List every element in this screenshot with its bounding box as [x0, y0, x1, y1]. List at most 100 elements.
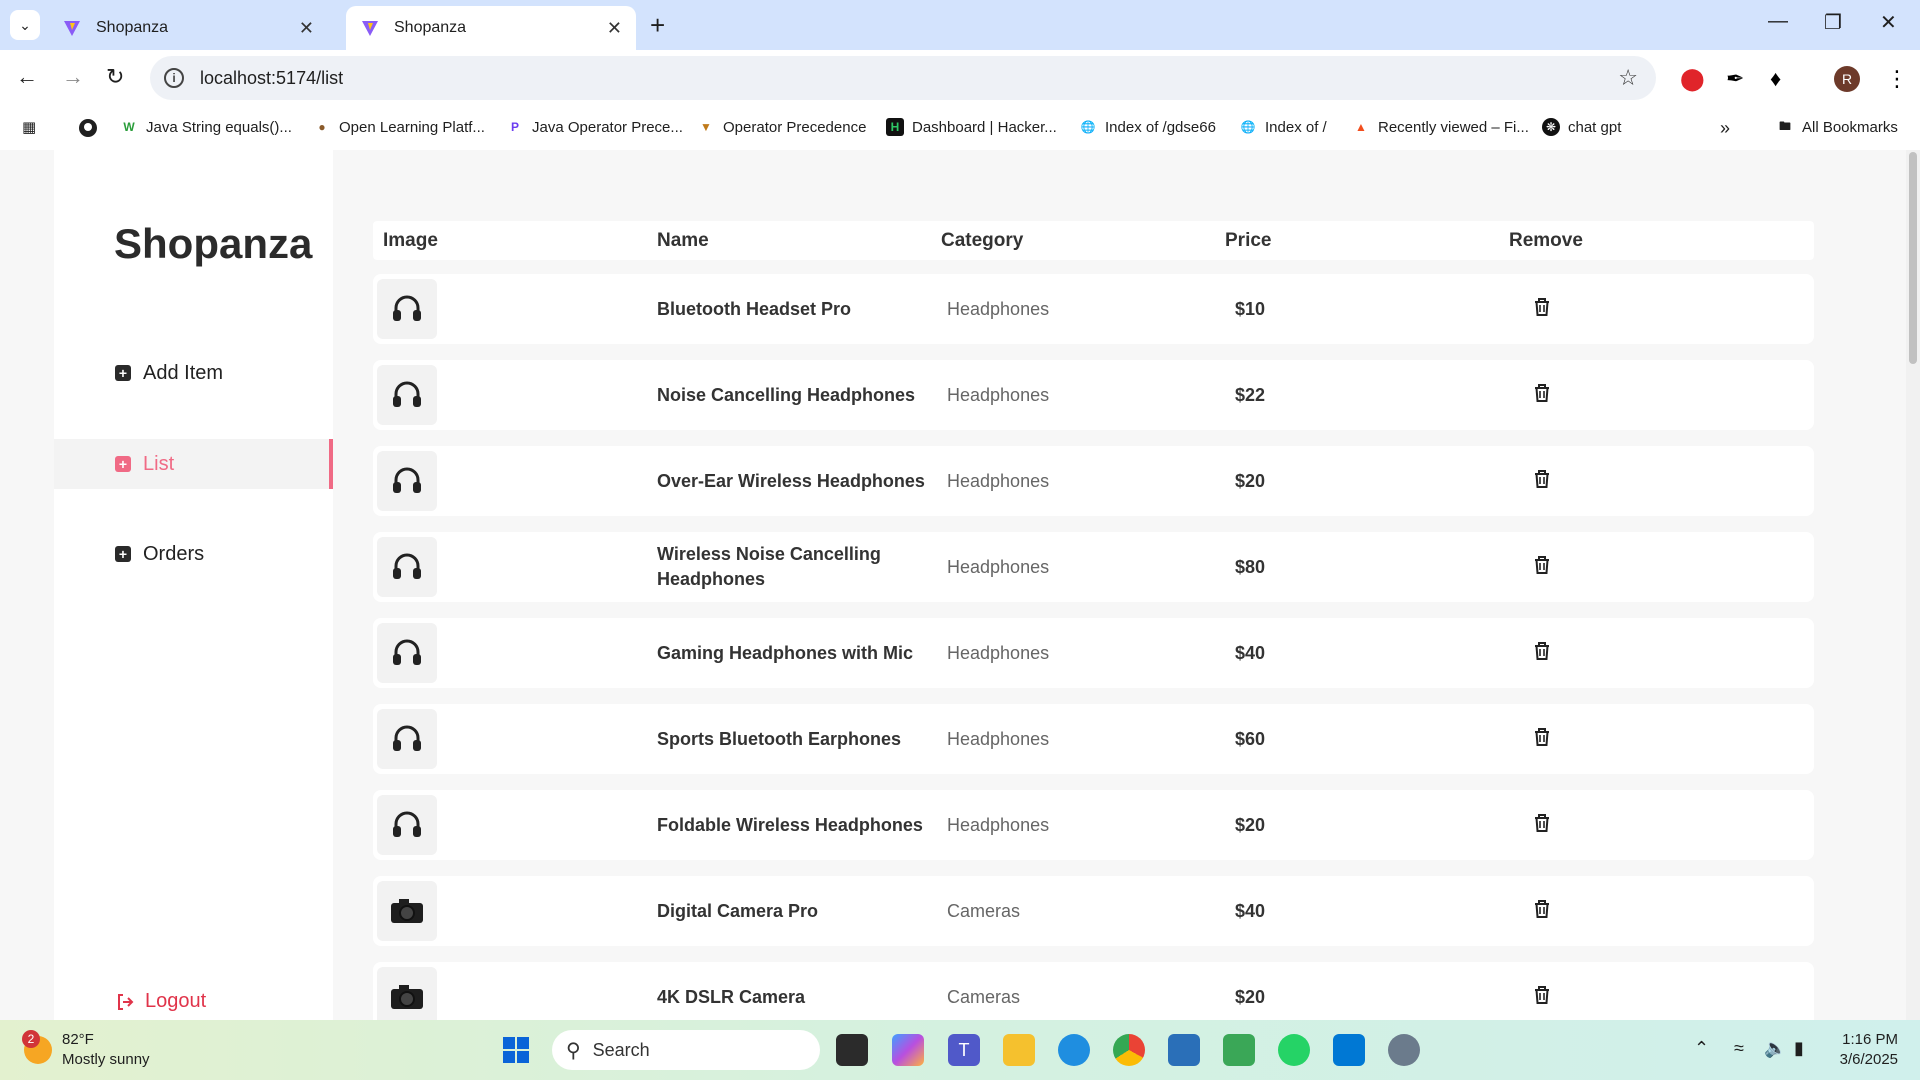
bookmark-star-icon[interactable]: ☆: [1618, 65, 1638, 91]
apps-grid-icon[interactable]: ▦: [22, 118, 36, 136]
close-icon[interactable]: ✕: [607, 18, 622, 39]
vite-logo-icon: [362, 21, 378, 36]
window-close-icon[interactable]: ✕: [1880, 10, 1897, 35]
taskbar-search[interactable]: ⚲ Search: [552, 1030, 820, 1070]
back-arrow-icon[interactable]: ←: [16, 64, 38, 90]
whatsapp-icon[interactable]: [1278, 1034, 1310, 1066]
chevron-up-icon[interactable]: ⌃: [1694, 1038, 1709, 1059]
table-row: Noise Cancelling Headphones Headphones $22: [373, 360, 1814, 430]
system-clock[interactable]: 1:16 PM 3/6/2025: [1830, 1030, 1898, 1070]
github-icon[interactable]: [78, 118, 98, 138]
reload-icon[interactable]: ↻: [106, 64, 124, 90]
file-explorer-icon[interactable]: [1003, 1034, 1035, 1066]
product-price: $60: [1235, 728, 1266, 749]
sidebar-item-label: Add Item: [143, 361, 224, 384]
wifi-icon[interactable]: ≈: [1734, 1038, 1744, 1059]
bookmark-item[interactable]: ▼ Operator Precedence: [697, 118, 866, 136]
trash-icon[interactable]: [1533, 641, 1551, 666]
scrollbar-thumb[interactable]: [1909, 152, 1917, 364]
product-name: Wireless Noise Cancelling Headphones: [657, 544, 881, 589]
chrome-icon[interactable]: [1113, 1034, 1145, 1066]
bookmark-item[interactable]: 🌐 Index of /gdse66: [1079, 118, 1216, 136]
table-row: Foldable Wireless Headphones Headphones $2…: [373, 790, 1814, 860]
table-row: Digital Camera Pro Cameras $40: [373, 876, 1814, 946]
sidebar-item-label: Orders: [143, 542, 205, 565]
trash-icon[interactable]: [1533, 813, 1551, 838]
site-info-icon[interactable]: i: [164, 68, 184, 88]
task-view-icon[interactable]: [836, 1034, 868, 1066]
product-image-cell: [373, 451, 661, 511]
header-name: Name: [657, 229, 709, 251]
vscode-icon[interactable]: [1333, 1034, 1365, 1066]
headphones-icon: [377, 365, 437, 425]
product-image-cell: [373, 279, 661, 339]
plus-square-icon: +: [115, 456, 131, 472]
trash-icon[interactable]: [1533, 555, 1551, 580]
trash-icon[interactable]: [1533, 297, 1551, 322]
close-icon[interactable]: ✕: [299, 18, 314, 39]
product-price: $20: [1235, 470, 1266, 491]
eyedropper-extension-icon[interactable]: ✒: [1726, 66, 1744, 92]
bookmark-item[interactable]: W Java String equals()...: [120, 118, 292, 136]
address-bar[interactable]: i localhost:5174/list ☆: [150, 56, 1656, 100]
kebab-menu-icon[interactable]: ⋮: [1886, 66, 1908, 92]
photos-icon[interactable]: [1168, 1034, 1200, 1066]
bookmark-label: chat gpt: [1568, 118, 1622, 136]
browser-tab[interactable]: Shopanza ✕: [48, 6, 328, 50]
notification-badge: 2: [22, 1030, 40, 1048]
page-viewport: Shopanza + Add Item + List + Orders Logo…: [0, 150, 1920, 1020]
battery-icon[interactable]: ▮: [1794, 1038, 1804, 1059]
header-price: Price: [1225, 229, 1272, 251]
sidebar: Shopanza + Add Item + List + Orders Logo…: [54, 150, 333, 1020]
bookmark-item[interactable]: ▲ Recently viewed – Fi...: [1352, 118, 1529, 136]
minimize-icon[interactable]: —: [1768, 10, 1788, 33]
product-category: Headphones: [947, 642, 1050, 663]
product-name: Bluetooth Headset Pro: [657, 298, 852, 319]
globe-icon: 🌐: [1240, 120, 1256, 134]
weather-widget[interactable]: 2 82°F Mostly sunny: [22, 1030, 150, 1070]
extensions-puzzle-icon[interactable]: ♦: [1770, 66, 1781, 92]
product-image-cell: [373, 881, 661, 941]
sidebar-item-orders[interactable]: + Orders: [54, 529, 333, 579]
all-bookmarks-label: All Bookmarks: [1802, 118, 1898, 136]
windows-start-icon[interactable]: [500, 1034, 532, 1066]
tab-title: Shopanza: [394, 19, 467, 36]
browser-tab-bar: ⌄ Shopanza ✕ Shopanza ✕ + — ❐ ✕: [0, 0, 1920, 50]
sidebar-item-list[interactable]: + List: [54, 439, 333, 489]
table-row: Wireless Noise Cancelling Headphones Head…: [373, 532, 1814, 602]
opera-extension-icon[interactable]: ⬤: [1680, 66, 1705, 92]
bookmark-item[interactable]: P Java Operator Prece...: [506, 118, 683, 136]
bookmark-item[interactable]: 🌐 Index of /: [1239, 118, 1327, 136]
browser-tab-active[interactable]: Shopanza ✕: [346, 6, 636, 50]
sidebar-item-add-item[interactable]: + Add Item: [54, 348, 333, 398]
more-bookmarks-icon[interactable]: »: [1720, 118, 1730, 139]
trash-icon[interactable]: [1533, 383, 1551, 408]
restore-icon[interactable]: ❐: [1824, 10, 1842, 35]
bookmark-item[interactable]: H Dashboard | Hacker...: [886, 118, 1057, 136]
p-icon: P: [510, 120, 519, 134]
trash-icon[interactable]: [1533, 727, 1551, 752]
settings-gear-icon[interactable]: [1388, 1034, 1420, 1066]
camera-icon: [377, 967, 437, 1020]
folder-icon: 🖿: [1778, 118, 1791, 133]
logout-button[interactable]: Logout: [115, 990, 206, 1013]
new-tab-icon[interactable]: +: [650, 10, 665, 41]
edge-icon[interactable]: [1058, 1034, 1090, 1066]
clock-time: 1:16 PM: [1842, 1031, 1898, 1048]
bookmark-item[interactable]: ❋ chat gpt: [1542, 118, 1621, 136]
all-bookmarks-button[interactable]: 🖿 All Bookmarks: [1776, 118, 1898, 136]
trash-icon[interactable]: [1533, 899, 1551, 924]
teams-icon[interactable]: T: [948, 1034, 980, 1066]
table-row: Bluetooth Headset Pro Headphones $10: [373, 274, 1814, 344]
forward-arrow-icon[interactable]: →: [62, 64, 84, 90]
bookmark-item[interactable]: ● Open Learning Platf...: [313, 118, 485, 136]
app-icon[interactable]: [1223, 1034, 1255, 1066]
profile-avatar[interactable]: R: [1834, 66, 1860, 92]
page-scrollbar[interactable]: [1906, 150, 1920, 1020]
copilot-icon[interactable]: [892, 1034, 924, 1066]
volume-icon[interactable]: 🔈: [1764, 1038, 1786, 1059]
tab-search-button[interactable]: ⌄: [10, 10, 40, 40]
trash-icon[interactable]: [1533, 469, 1551, 494]
trash-icon[interactable]: [1533, 985, 1551, 1010]
url-text[interactable]: localhost:5174/list: [200, 68, 343, 89]
